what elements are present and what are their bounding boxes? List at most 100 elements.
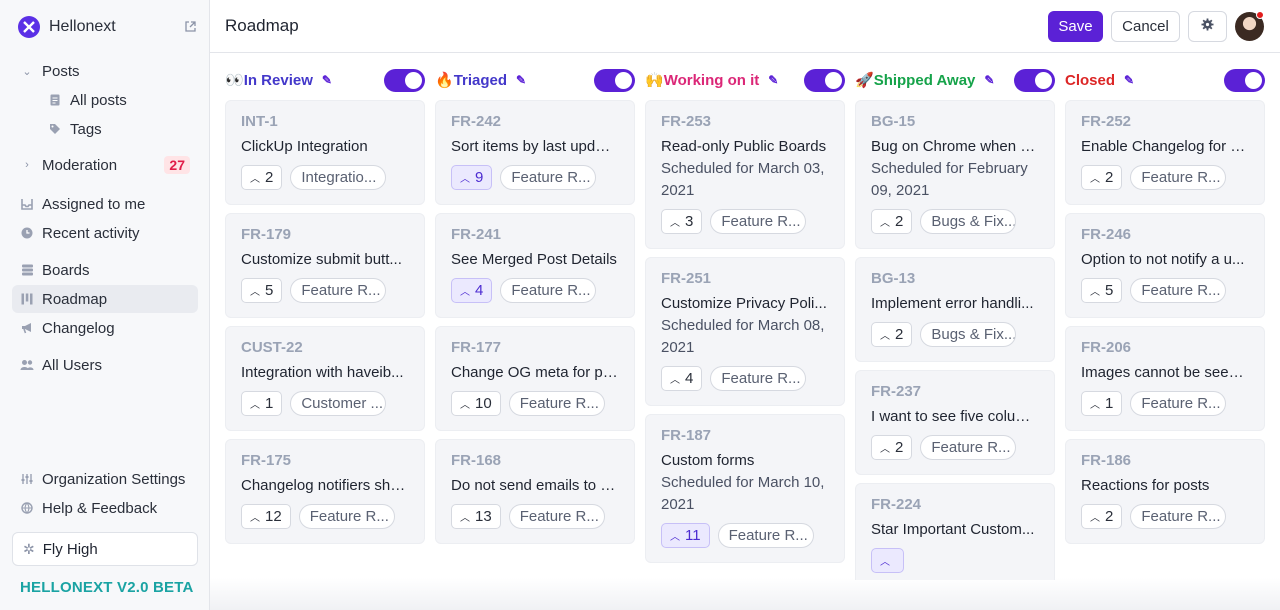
- board-tag[interactable]: Feature R...: [508, 391, 605, 416]
- sidebar-item-posts[interactable]: ⌄ Posts: [12, 57, 198, 85]
- upvote-button[interactable]: ︿ 3: [661, 209, 703, 234]
- upvote-button[interactable]: ︿ 5: [1081, 278, 1123, 303]
- roadmap-card[interactable]: FR-253 Read-only Public Boards Scheduled f…: [645, 100, 845, 249]
- fly-high-button[interactable]: ✲ Fly High: [12, 532, 198, 566]
- board-tag[interactable]: Feature R...: [500, 165, 597, 190]
- board-tag[interactable]: Feature R...: [1130, 504, 1227, 529]
- board-tag[interactable]: Feature R...: [710, 209, 807, 234]
- chevron-up-icon: ︿: [460, 174, 470, 185]
- roadmap-card[interactable]: FR-237 I want to see five colum... ︿ 2 Featu…: [855, 370, 1055, 475]
- upvote-button[interactable]: ︿ 13: [451, 504, 501, 529]
- roadmap-card[interactable]: FR-251 Customize Privacy Poli... Scheduled…: [645, 257, 845, 406]
- chevron-up-icon: ︿: [880, 331, 890, 342]
- column-visibility-toggle[interactable]: [1014, 69, 1055, 92]
- upvote-button[interactable]: ︿ 2: [1081, 165, 1123, 190]
- roadmap-card[interactable]: BG-15 Bug on Chrome when tr... Scheduled f…: [855, 100, 1055, 249]
- roadmap-card[interactable]: FR-186 Reactions for posts ︿ 2 Feature R...: [1065, 439, 1265, 544]
- sidebar-item-label: All posts: [70, 91, 127, 109]
- upvote-button[interactable]: ︿ 4: [451, 278, 493, 303]
- roadmap-card[interactable]: FR-175 Changelog notifiers sho... ︿ 12 Featu…: [225, 439, 425, 544]
- upvote-button[interactable]: ︿ 11: [661, 523, 710, 548]
- upvote-button[interactable]: ︿ 5: [241, 278, 283, 303]
- sidebar-item-changelog[interactable]: Changelog: [12, 314, 198, 342]
- pencil-icon[interactable]: ✎: [768, 73, 778, 87]
- board-tag[interactable]: Feature R...: [1130, 391, 1227, 416]
- board-tag[interactable]: Bugs & Fix...: [920, 209, 1017, 234]
- roadmap-card[interactable]: FR-241 See Merged Post Details ︿ 4 Feature R…: [435, 213, 635, 318]
- pencil-icon[interactable]: ✎: [516, 73, 526, 87]
- upvote-button[interactable]: ︿ 2: [871, 322, 913, 347]
- column-visibility-toggle[interactable]: [804, 69, 845, 92]
- board-tag[interactable]: Bugs & Fix...: [920, 322, 1017, 347]
- sidebar-item-recent-activity[interactable]: Recent activity: [12, 219, 198, 247]
- board-tag[interactable]: Feature R...: [298, 504, 395, 529]
- roadmap-card[interactable]: FR-179 Customize submit butt... ︿ 5 Feature …: [225, 213, 425, 318]
- column-name: Shipped Away: [873, 72, 976, 89]
- board-tag[interactable]: Feature R...: [500, 278, 597, 303]
- roadmap-card[interactable]: BG-13 Implement error handli... ︿ 2 Bugs & F…: [855, 257, 1055, 362]
- sidebar-item-all-posts[interactable]: All posts: [40, 86, 198, 114]
- board-tag[interactable]: Feature R...: [717, 523, 814, 548]
- roadmap-card[interactable]: INT-1 ClickUp Integration ︿ 2 Integratio...: [225, 100, 425, 205]
- upvote-button[interactable]: ︿ 4: [661, 366, 703, 391]
- roadmap-card[interactable]: FR-206 Images cannot be seen i... ︿ 1 Featur…: [1065, 326, 1265, 431]
- post-title: Bug on Chrome when tr...: [871, 138, 1038, 155]
- sidebar-item-moderation[interactable]: › Moderation 27: [12, 151, 198, 179]
- card-list: BG-15 Bug on Chrome when tr... Scheduled f…: [855, 100, 1055, 580]
- upvote-button[interactable]: ︿ 10: [451, 391, 501, 416]
- upvote-button[interactable]: ︿ 1: [1081, 391, 1123, 416]
- upvote-button[interactable]: ︿ 1: [241, 391, 283, 416]
- cancel-button[interactable]: Cancel: [1111, 11, 1180, 42]
- board-tag[interactable]: Integratio...: [290, 165, 387, 190]
- card-list: INT-1 ClickUp Integration ︿ 2 Integratio... F…: [225, 100, 425, 580]
- card-footer: ︿ 12 Feature R...: [241, 504, 408, 529]
- column-visibility-toggle[interactable]: [594, 69, 635, 92]
- roadmap-card[interactable]: FR-187 Custom forms Scheduled for March 10…: [645, 414, 845, 563]
- upvote-button[interactable]: ︿ 2: [1081, 504, 1123, 529]
- sidebar-item-roadmap[interactable]: Roadmap: [12, 285, 198, 313]
- roadmap-card[interactable]: FR-168 Do not send emails to w... ︿ 13 Featu…: [435, 439, 635, 544]
- upvote-button[interactable]: ︿ 2: [871, 435, 913, 460]
- upvote-button[interactable]: ︿ 2: [871, 209, 913, 234]
- pencil-icon[interactable]: ✎: [984, 73, 994, 87]
- roadmap-card[interactable]: CUST-22 Integration with haveib... ︿ 1 Custo…: [225, 326, 425, 431]
- sidebar-item-all-users[interactable]: All Users: [12, 351, 198, 379]
- board-tag[interactable]: Feature R...: [508, 504, 605, 529]
- roadmap-card[interactable]: FR-246 Option to not notify a u... ︿ 5 Featu…: [1065, 213, 1265, 318]
- card-footer: ︿ 2 Integratio...: [241, 165, 408, 190]
- roadmap-card[interactable]: FR-177 Change OG meta for pu... ︿ 10 Feature…: [435, 326, 635, 431]
- roadmap-card[interactable]: FR-242 Sort items by last updat... ︿ 9 Featu…: [435, 100, 635, 205]
- board-tag[interactable]: Feature R...: [1130, 165, 1227, 190]
- post-id: FR-187: [661, 427, 712, 444]
- board-tag[interactable]: Customer ...: [290, 391, 387, 416]
- board-tag[interactable]: Feature R...: [920, 435, 1017, 460]
- sidebar-item-help-feedback[interactable]: Help & Feedback: [12, 494, 198, 522]
- upvote-button[interactable]: ︿ 12: [241, 504, 291, 529]
- column-visibility-toggle[interactable]: [384, 69, 425, 92]
- column-visibility-toggle[interactable]: [1224, 69, 1265, 92]
- upvote-button[interactable]: ︿: [871, 548, 904, 573]
- card-footer: ︿ 2 Feature R...: [871, 435, 1038, 460]
- board-tag[interactable]: Feature R...: [1130, 278, 1227, 303]
- card-footer: ︿ 1 Feature R...: [1081, 391, 1248, 416]
- board-tag[interactable]: Feature R...: [710, 366, 807, 391]
- card-list: FR-242 Sort items by last updat... ︿ 9 Featu…: [435, 100, 635, 580]
- vote-count: 4: [475, 282, 484, 299]
- pencil-icon[interactable]: ✎: [1124, 73, 1134, 87]
- upvote-button[interactable]: ︿ 9: [451, 165, 493, 190]
- sidebar-item-boards[interactable]: Boards: [12, 256, 198, 284]
- upvote-button[interactable]: ︿ 2: [241, 165, 283, 190]
- pencil-icon[interactable]: ✎: [322, 73, 332, 87]
- scroll-fade: [210, 578, 1280, 610]
- sidebar-item-tags[interactable]: Tags: [40, 115, 198, 143]
- roadmap-card[interactable]: FR-252 Enable Changelog for P... ︿ 2 Feature…: [1065, 100, 1265, 205]
- sidebar-item-assigned[interactable]: Assigned to me: [12, 190, 198, 218]
- board-tag[interactable]: Feature R...: [290, 278, 387, 303]
- post-id: BG-13: [871, 270, 916, 287]
- settings-button[interactable]: [1188, 11, 1227, 42]
- save-button[interactable]: Save: [1048, 11, 1103, 42]
- brand[interactable]: Hellonext: [18, 15, 196, 39]
- roadmap-card[interactable]: FR-224 Star Important Custom... ︿: [855, 483, 1055, 580]
- external-link-icon[interactable]: [185, 20, 196, 35]
- sidebar-item-organization-settings[interactable]: Organization Settings: [12, 465, 198, 493]
